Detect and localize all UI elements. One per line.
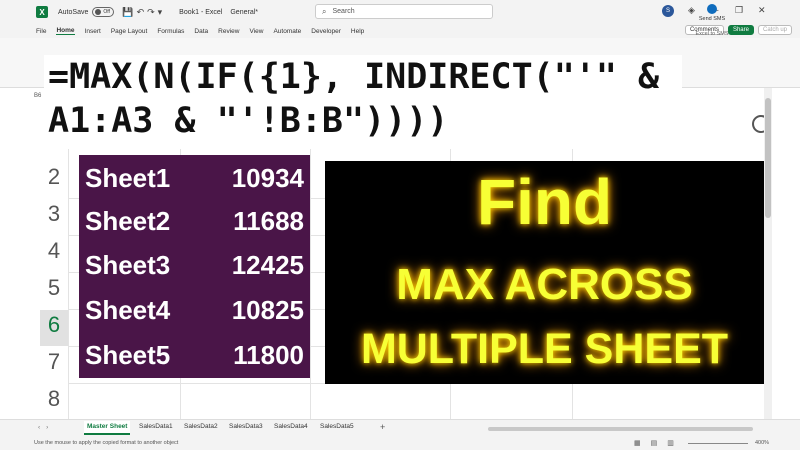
sensitivity-label[interactable]: General*: [230, 9, 258, 16]
title-banner: Find MAX ACROSS MULTIPLE SHEET: [325, 161, 764, 384]
autosave-toggle[interactable]: Off: [92, 7, 115, 17]
tab-insert[interactable]: Insert: [85, 28, 101, 35]
sheet-name-cell[interactable]: Sheet5: [85, 340, 170, 371]
sheet-tab-salesdata3[interactable]: SalesData3: [229, 423, 263, 430]
row-header[interactable]: 4: [40, 238, 68, 264]
scrollbar-thumb[interactable]: [765, 98, 771, 218]
sheet-tab-salesdata1[interactable]: SalesData1: [139, 423, 173, 430]
autosave-label: AutoSave: [58, 8, 89, 16]
avatar[interactable]: S: [662, 5, 674, 17]
row-header-selected[interactable]: 6: [40, 310, 68, 346]
table-row[interactable]: Sheet1 10934: [79, 160, 310, 197]
sheet-tab-salesdata5[interactable]: SalesData5: [320, 423, 354, 430]
sheet-name-cell[interactable]: Sheet1: [85, 163, 170, 194]
sheet-value-cell[interactable]: 11688: [233, 206, 304, 237]
restore-icon[interactable]: ❐: [735, 5, 743, 16]
row-header[interactable]: 3: [40, 201, 68, 227]
vertical-scrollbar[interactable]: [764, 88, 772, 419]
tab-review[interactable]: Review: [218, 28, 239, 35]
grid-line: [68, 149, 69, 419]
sheet-name-cell[interactable]: Sheet4: [85, 295, 170, 326]
formula-line-2: A1:A3 & "'!B:B")))): [48, 101, 449, 141]
status-message: Use the mouse to apply the copied format…: [34, 440, 179, 446]
row-header[interactable]: 5: [40, 275, 68, 301]
tab-view[interactable]: View: [249, 28, 263, 35]
catch-up-button[interactable]: Catch up: [757, 25, 792, 35]
tab-file[interactable]: File: [36, 28, 46, 35]
banner-line-max-across: MAX ACROSS: [396, 260, 693, 309]
banner-line-find: Find: [476, 166, 613, 238]
tab-formulas[interactable]: Formulas: [157, 28, 184, 35]
sheet-name-cell[interactable]: Sheet2: [85, 206, 170, 237]
document-title: Book1 - Excel: [179, 8, 223, 16]
send-sms-button[interactable]: Send SMS Excel to SMS: [692, 4, 732, 37]
sheet-tab-salesdata2[interactable]: SalesData2: [184, 423, 218, 430]
excel-logo-icon: X: [36, 6, 48, 18]
tab-help[interactable]: Help: [351, 28, 364, 35]
row-header[interactable]: 8: [40, 386, 68, 412]
tab-home[interactable]: Home: [56, 27, 75, 35]
sheet-value-cell[interactable]: 12425: [232, 250, 304, 281]
grid-line: [310, 149, 311, 419]
banner-line-multiple-sheet: MULTIPLE SHEET: [360, 325, 729, 373]
zoom-level[interactable]: 400%: [755, 440, 769, 446]
search-placeholder: Search: [332, 8, 355, 15]
formula-overlay: =MAX(N(IF({1}, INDIRECT("'" & A1:A3 & "'…: [44, 55, 682, 145]
row-header[interactable]: 7: [40, 349, 68, 375]
table-row[interactable]: Sheet5 11800: [79, 337, 310, 374]
sheet-value-cell[interactable]: 11800: [233, 340, 304, 371]
table-row[interactable]: Sheet2 11688: [79, 203, 310, 240]
close-icon[interactable]: ✕: [758, 5, 766, 16]
tab-page-layout[interactable]: Page Layout: [111, 28, 148, 35]
horizontal-scrollbar[interactable]: [488, 427, 753, 431]
tab-data[interactable]: Data: [194, 28, 208, 35]
autosave-state: Off: [103, 9, 110, 15]
sheet-tab-master[interactable]: Master Sheet: [84, 421, 131, 435]
ribbon-tabs: File Home Insert Page Layout Formulas Da…: [0, 24, 800, 38]
zoom-slider[interactable]: [688, 443, 748, 444]
add-sheet-icon[interactable]: +: [380, 422, 385, 432]
status-bar: Use the mouse to apply the copied format…: [0, 436, 800, 450]
ribbon-group-label: Excel to SMS: [695, 31, 729, 37]
sheet-values-table: Sheet1 10934 Sheet2 11688 Sheet3 12425 S…: [79, 155, 310, 378]
sheet-tabs-bar: ‹› Master Sheet SalesData1 SalesData2 Sa…: [0, 419, 800, 436]
formula-line-1: =MAX(N(IF({1}, INDIRECT("'" &: [48, 57, 660, 97]
sheet-tab-salesdata4[interactable]: SalesData4: [274, 423, 308, 430]
name-box[interactable]: B6: [34, 93, 41, 99]
quick-access-toolbar[interactable]: 💾↶↷▾: [122, 7, 165, 18]
table-row[interactable]: Sheet3 12425: [79, 247, 310, 284]
search-icon: ⌕: [322, 6, 327, 16]
search-box[interactable]: ⌕ Search: [315, 4, 493, 19]
sheet-name-cell[interactable]: Sheet3: [85, 250, 170, 281]
toggle-knob-icon: [95, 9, 102, 15]
sheet-value-cell[interactable]: 10934: [232, 163, 304, 194]
view-buttons-icon[interactable]: ▦▤▥: [634, 439, 684, 447]
sms-icon: [707, 4, 717, 14]
sheet-value-cell[interactable]: 10825: [232, 295, 304, 326]
row-header[interactable]: 2: [40, 164, 68, 190]
send-sms-label: Send SMS: [698, 16, 726, 22]
sheet-nav-arrows-icon[interactable]: ‹›: [38, 424, 54, 431]
tab-developer[interactable]: Developer: [311, 28, 341, 35]
tab-automate[interactable]: Automate: [273, 28, 301, 35]
table-row[interactable]: Sheet4 10825: [79, 292, 310, 329]
